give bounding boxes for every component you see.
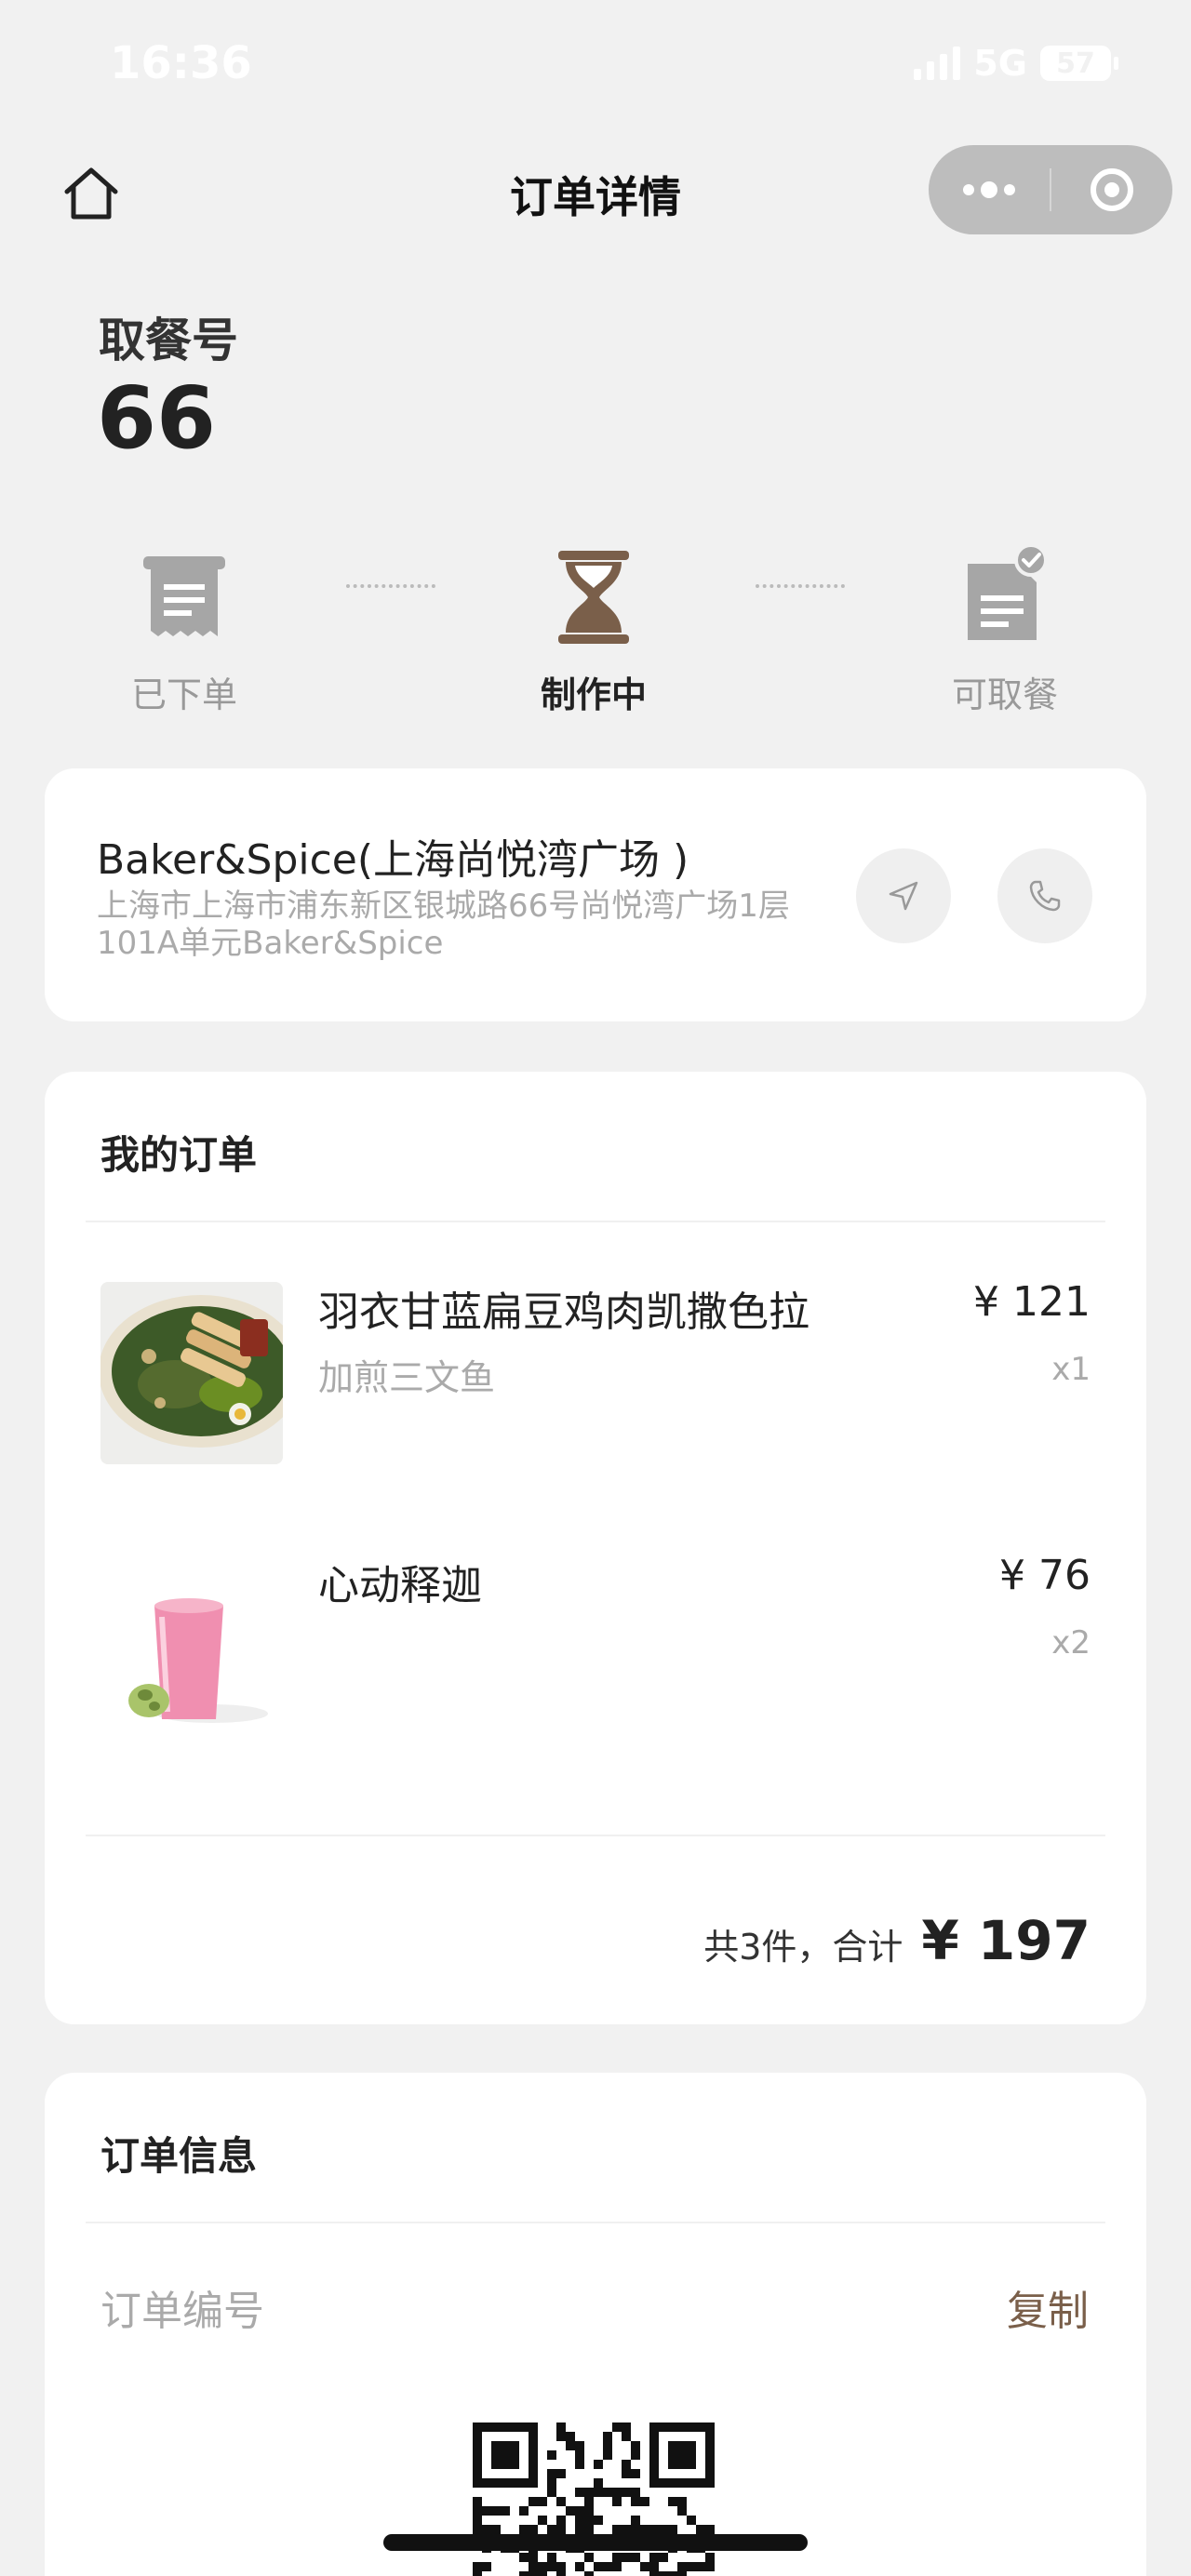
order-card: 我的订单 羽衣甘蓝扁豆鸡肉凯撒色拉 加煎三文鱼 ¥ 121 x1 心动释迦 ¥ … bbox=[45, 1072, 1146, 2024]
more-button[interactable] bbox=[929, 145, 1050, 234]
phone-icon bbox=[1029, 880, 1061, 912]
home-indicator bbox=[383, 2534, 808, 2551]
item-quantity: x2 bbox=[1051, 1624, 1091, 1662]
order-qr-code bbox=[473, 2423, 716, 2576]
pickup-number: 66 bbox=[97, 368, 217, 468]
hourglass-icon bbox=[558, 551, 629, 644]
total-amount: ¥ 197 bbox=[921, 1909, 1091, 1972]
pink-smoothie-image bbox=[100, 1555, 283, 1738]
total-label: 共3件，合计 bbox=[703, 1927, 903, 1968]
receipt-icon bbox=[143, 556, 225, 636]
order-info-title: 订单信息 bbox=[100, 2133, 258, 2179]
more-dots-icon bbox=[963, 181, 1015, 198]
step-ordered: 已下单 bbox=[91, 534, 277, 717]
order-total: 共3件，合计 ¥ 197 bbox=[703, 1909, 1091, 1972]
network-type: 5G bbox=[973, 43, 1027, 84]
signal-icon bbox=[914, 47, 961, 80]
item-spec: 加煎三文鱼 bbox=[318, 1357, 496, 1398]
status-time: 16:36 bbox=[110, 37, 252, 89]
store-name: Baker&Spice(上海尚悦湾广场 ) bbox=[97, 836, 689, 884]
pickup-label: 取餐号 bbox=[99, 314, 238, 367]
step-label: 可取餐 bbox=[951, 674, 1058, 715]
mini-program-capsule bbox=[929, 145, 1172, 234]
step-ready: 可取餐 bbox=[912, 534, 1098, 717]
step-connector bbox=[756, 584, 845, 588]
status-indicators: 5G 57 bbox=[914, 43, 1118, 84]
divider bbox=[86, 1835, 1105, 1836]
call-store-button[interactable] bbox=[997, 848, 1092, 943]
order-info-card: 订单信息 订单编号 复制 bbox=[45, 2073, 1146, 2576]
item-price: ¥ 121 bbox=[973, 1278, 1091, 1326]
battery-level: 57 bbox=[1056, 47, 1095, 80]
divider bbox=[86, 1221, 1105, 1222]
document-check-icon bbox=[968, 543, 1048, 640]
item-quantity: x1 bbox=[1051, 1351, 1091, 1388]
navigate-button[interactable] bbox=[856, 848, 951, 943]
battery-icon: 57 bbox=[1040, 46, 1118, 81]
order-section-title: 我的订单 bbox=[100, 1132, 258, 1178]
navigation-arrow-icon bbox=[889, 881, 918, 911]
step-label: 制作中 bbox=[540, 674, 647, 715]
store-address: 上海市上海市浦东新区银城路66号尚悦湾广场1层101A单元Baker&Spice bbox=[97, 888, 790, 962]
salad-image bbox=[100, 1282, 283, 1464]
step-label: 已下单 bbox=[130, 674, 237, 715]
item-name: 羽衣甘蓝扁豆鸡肉凯撒色拉 bbox=[318, 1288, 810, 1336]
item-name: 心动释迦 bbox=[318, 1562, 482, 1609]
close-target-icon bbox=[1091, 168, 1133, 211]
store-card: Baker&Spice(上海尚悦湾广场 ) 上海市上海市浦东新区银城路66号尚悦… bbox=[45, 768, 1146, 1021]
step-preparing: 制作中 bbox=[501, 534, 687, 717]
order-number-label: 订单编号 bbox=[100, 2288, 264, 2335]
close-button[interactable] bbox=[1051, 145, 1172, 234]
copy-order-number-button[interactable]: 复制 bbox=[1007, 2277, 1089, 2337]
step-connector bbox=[346, 584, 435, 588]
item-price: ¥ 76 bbox=[999, 1552, 1091, 1599]
divider bbox=[86, 2222, 1105, 2223]
